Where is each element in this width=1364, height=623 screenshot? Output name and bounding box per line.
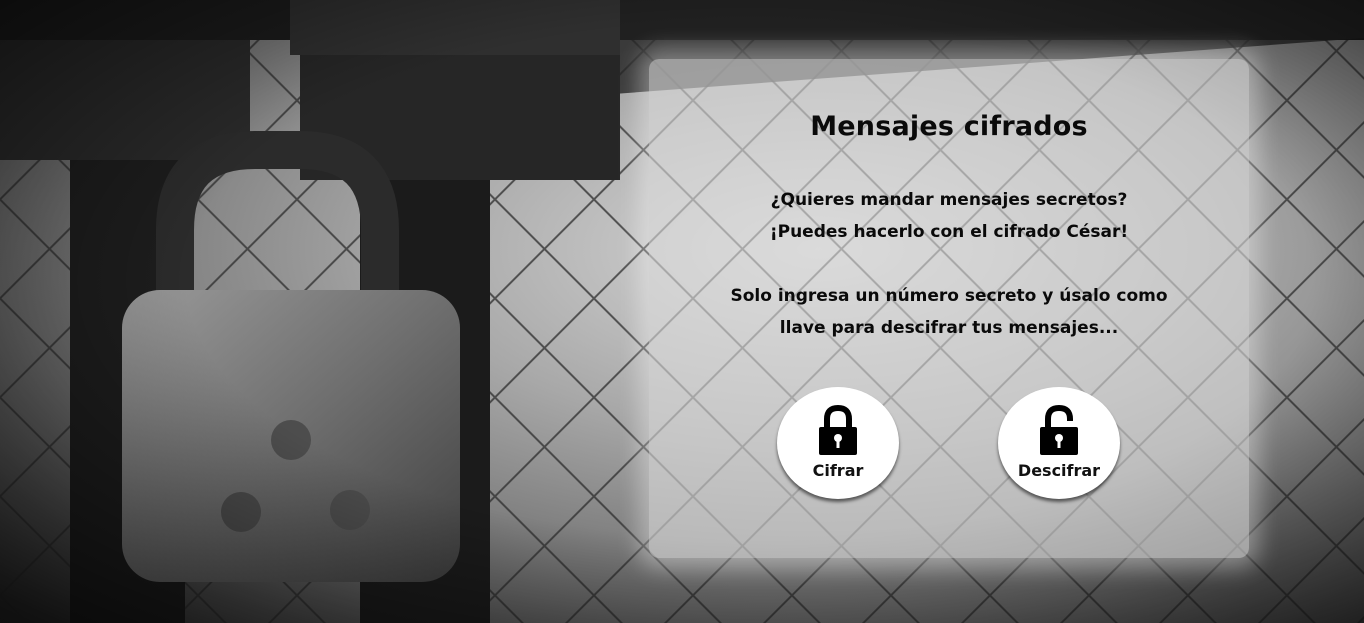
intro-line: ¿Quieres mandar mensajes secretos? (770, 190, 1128, 210)
lock-open-icon (1040, 405, 1078, 455)
intro-line: Solo ingresa un número secreto y úsalo c… (730, 286, 1168, 306)
lock-closed-icon (819, 405, 857, 455)
encrypt-button-label: Cifrar (812, 461, 864, 480)
decrypt-button-label: Descifrar (1017, 461, 1101, 480)
decrypt-button[interactable]: Descifrar (998, 387, 1120, 499)
page-title: Mensajes cifrados (810, 111, 1088, 142)
intro-line: llave para descifrar tus mensajes... (779, 318, 1119, 338)
action-buttons: Cifrar Descifrar (649, 387, 1249, 501)
intro-text: ¿Quieres mandar mensajes secretos? ¡Pued… (649, 184, 1249, 344)
page-background: Mensajes cifrados ¿Quieres mandar mensaj… (0, 0, 1364, 623)
encrypt-button[interactable]: Cifrar (777, 387, 899, 499)
intro-line: ¡Puedes hacerlo con el cifrado César! (769, 222, 1129, 242)
cipher-card: Mensajes cifrados ¿Quieres mandar mensaj… (649, 59, 1249, 558)
